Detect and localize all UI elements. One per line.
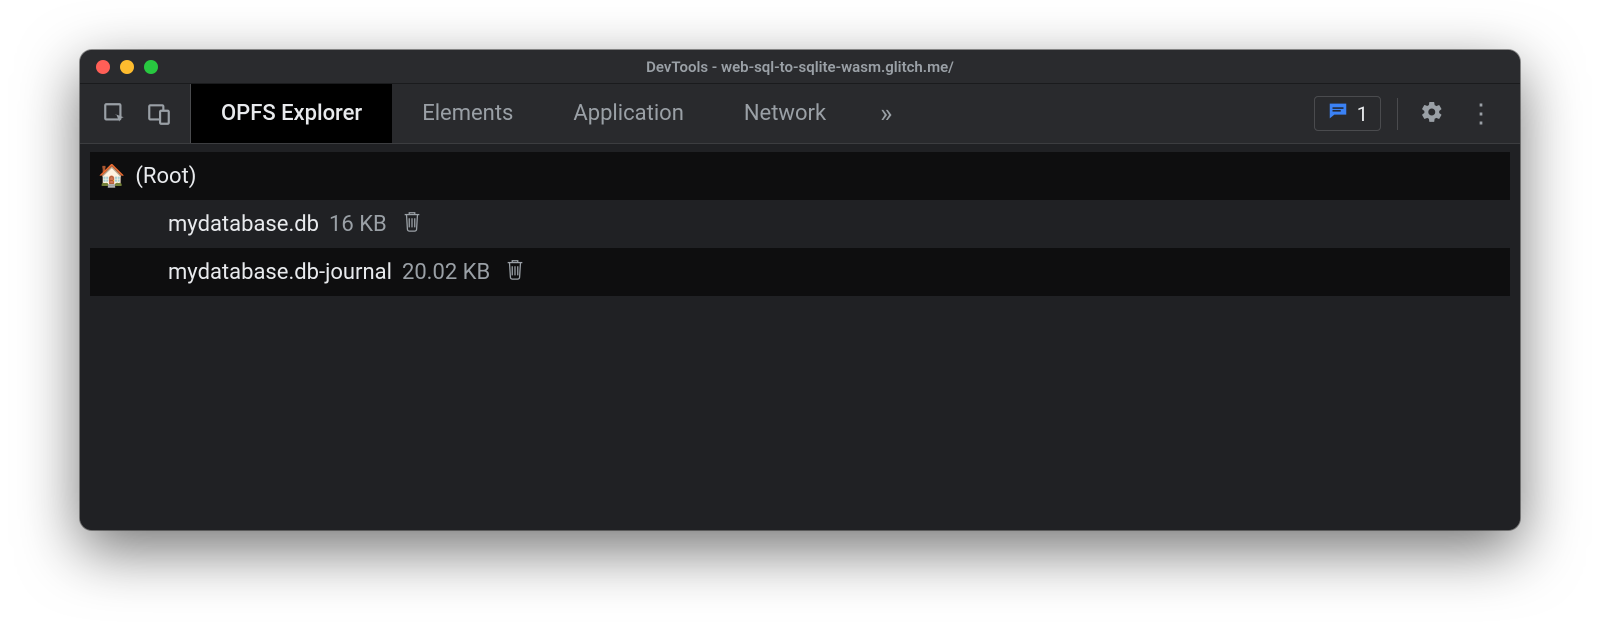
tree-file-row[interactable]: mydatabase.db 16 KB	[90, 200, 1510, 248]
tree-file-row[interactable]: mydatabase.db-journal 20.02 KB	[90, 248, 1510, 296]
file-name: mydatabase.db-journal	[168, 260, 392, 285]
tab-opfs-explorer[interactable]: OPFS Explorer	[191, 84, 392, 143]
chevron-right-double-icon: »	[880, 99, 892, 129]
delete-file-button[interactable]	[504, 257, 526, 287]
gear-icon	[1420, 100, 1444, 128]
tree-root-row[interactable]: 🏠 (Root)	[90, 152, 1510, 200]
separator	[1397, 98, 1398, 130]
trash-icon	[504, 257, 526, 287]
toolbar-right-group: 1 ⋮	[1296, 84, 1520, 143]
tab-strip: OPFS Explorer Elements Application Netwo…	[191, 84, 1296, 143]
tab-label: Network	[744, 101, 826, 126]
issues-badge[interactable]: 1	[1314, 96, 1381, 131]
more-tabs-button[interactable]: »	[856, 84, 916, 143]
close-window-button[interactable]	[96, 60, 110, 74]
minimize-window-button[interactable]	[120, 60, 134, 74]
file-size: 20.02 KB	[402, 260, 490, 285]
maximize-window-button[interactable]	[144, 60, 158, 74]
kebab-icon: ⋮	[1468, 101, 1494, 127]
root-label: (Root)	[135, 164, 196, 189]
tab-network[interactable]: Network	[714, 84, 856, 143]
inspect-element-icon[interactable]	[102, 101, 128, 127]
file-name: mydatabase.db	[168, 212, 319, 237]
home-icon: 🏠	[98, 164, 125, 189]
issues-count: 1	[1357, 102, 1368, 126]
devtools-window: DevTools - web-sql-to-sqlite-wasm.glitch…	[80, 50, 1520, 530]
titlebar: DevTools - web-sql-to-sqlite-wasm.glitch…	[80, 50, 1520, 84]
tab-elements[interactable]: Elements	[392, 84, 543, 143]
toolbar: OPFS Explorer Elements Application Netwo…	[80, 84, 1520, 144]
traffic-lights	[80, 60, 158, 74]
delete-file-button[interactable]	[401, 209, 423, 239]
window-title: DevTools - web-sql-to-sqlite-wasm.glitch…	[80, 58, 1520, 76]
tab-application[interactable]: Application	[543, 84, 713, 143]
trash-icon	[401, 209, 423, 239]
device-toolbar-icon[interactable]	[146, 101, 172, 127]
tab-label: Elements	[422, 101, 513, 126]
tab-label: OPFS Explorer	[221, 101, 362, 126]
settings-button[interactable]	[1414, 94, 1450, 134]
tab-label: Application	[573, 101, 683, 126]
toolbar-left-group	[80, 84, 191, 143]
chat-icon	[1327, 100, 1349, 127]
opfs-tree: 🏠 (Root) mydatabase.db 16 KB mydatabase.…	[80, 144, 1520, 530]
more-options-button[interactable]: ⋮	[1460, 101, 1502, 127]
file-size: 16 KB	[329, 212, 387, 237]
